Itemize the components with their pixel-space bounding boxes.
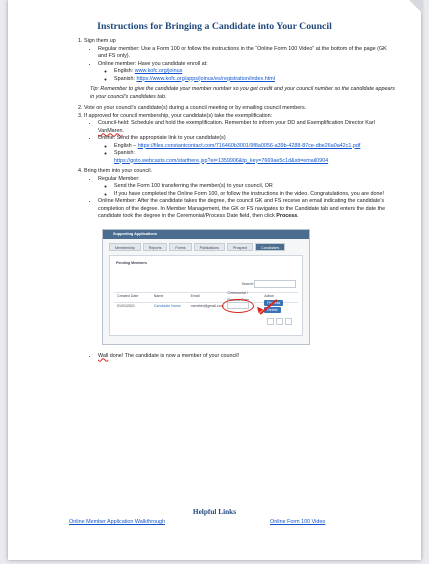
step-3: If approved for council membership, your… bbox=[84, 113, 397, 166]
tab-publications: Publications bbox=[193, 242, 225, 251]
bullet-regular-member-transfer: Regular Member: Send the Form 100 transf… bbox=[98, 176, 397, 199]
helpful-links-title: Helpful Links bbox=[192, 507, 237, 516]
pager bbox=[267, 317, 292, 325]
bullet-online-member: Online member: Have you candidate enroll… bbox=[98, 61, 397, 84]
step-1: Sign them up Regular member: Use a Form … bbox=[84, 38, 397, 101]
tab-forms: Forms bbox=[169, 242, 192, 251]
search-box bbox=[254, 279, 296, 288]
pending-members-panel: Pending Members Search: Created Date Nam… bbox=[109, 254, 303, 336]
spanish-link-item: Spanish: https://www.kofc.org/apps/joinu… bbox=[114, 76, 397, 84]
steps-list: Sign them up Regular member: Use a Form … bbox=[74, 38, 397, 360]
bullet-online: Online: Send the appropriate link to you… bbox=[98, 135, 397, 165]
screenshot-tabs: Membership Reports Forms Publications Pr… bbox=[109, 242, 303, 251]
step-2-label: Vote on your council’s candidate(s) duri… bbox=[84, 105, 307, 111]
director-name: VanMaren bbox=[98, 127, 123, 134]
panel-title: Pending Members bbox=[116, 260, 147, 265]
spanish-exemplification-link[interactable]: https://goto.webcasts.com/starthere.jsp?… bbox=[114, 158, 328, 164]
tab-membership: Membership bbox=[109, 242, 141, 251]
english-exemplification-item: English – https://files.constantcontact.… bbox=[114, 143, 397, 151]
bullet-online-member-process: Online Member: After the candidate takes… bbox=[98, 198, 397, 221]
tab-prospect: Prospect bbox=[226, 242, 254, 251]
tip-text: Tip: Remember to give the candidate your… bbox=[90, 86, 395, 100]
spanish-exemplification-item: Spanish: https://goto.webcasts.com/start… bbox=[114, 150, 397, 165]
step-4: Bring them into your council. Regular Me… bbox=[84, 168, 397, 360]
english-joinus-link[interactable]: www.kofc.org/joinus bbox=[135, 68, 183, 74]
highlight-circle bbox=[222, 298, 254, 313]
tab-reports: Reports bbox=[142, 242, 168, 251]
walkthrough-link[interactable]: Online Member Application Walkthrough bbox=[69, 519, 165, 525]
english-link-item: English: www.kofc.org/joinus bbox=[114, 68, 397, 76]
member-management-screenshot: Supporting Applications Membership Repor… bbox=[102, 228, 310, 345]
form-100-video-link[interactable]: Online Form 100 Video bbox=[270, 519, 325, 525]
send-form-item: Send the Form 100 transferring the membe… bbox=[114, 183, 397, 191]
step-3-label: If approved for council membership, your… bbox=[84, 112, 273, 119]
online-form-done-item: If you have completed the Online Form 10… bbox=[114, 191, 397, 199]
tab-candidates: Candidates bbox=[255, 242, 286, 251]
step-1-label: Sign them up bbox=[84, 38, 116, 44]
spanish-joinus-link[interactable]: https://www.kofc.org/apps/joinus/es/regi… bbox=[136, 76, 274, 82]
english-exemplification-link[interactable]: https://files.constantcontact.com/716460… bbox=[138, 143, 361, 149]
screenshot-header: Supporting Applications bbox=[103, 229, 309, 239]
step-2: Vote on your council’s candidate(s) duri… bbox=[84, 105, 397, 113]
bullet-council-held: Council-held: Schedule and hold the exem… bbox=[98, 120, 397, 135]
step-4-label: Bring them into your council. bbox=[84, 168, 153, 174]
bullet-regular-member: Regular member: Use a Form 100 or follow… bbox=[98, 46, 397, 61]
search-label: Search: bbox=[241, 281, 254, 286]
instructions-body: Sign them up Regular member: Use a Form … bbox=[74, 38, 397, 360]
document-page: Instructions for Bringing a Candidate in… bbox=[8, 0, 423, 560]
page-corner bbox=[409, 0, 423, 14]
page-title: Instructions for Bringing a Candidate in… bbox=[97, 21, 332, 32]
bullet-done: Wall done! The candidate is now a member… bbox=[98, 353, 397, 361]
